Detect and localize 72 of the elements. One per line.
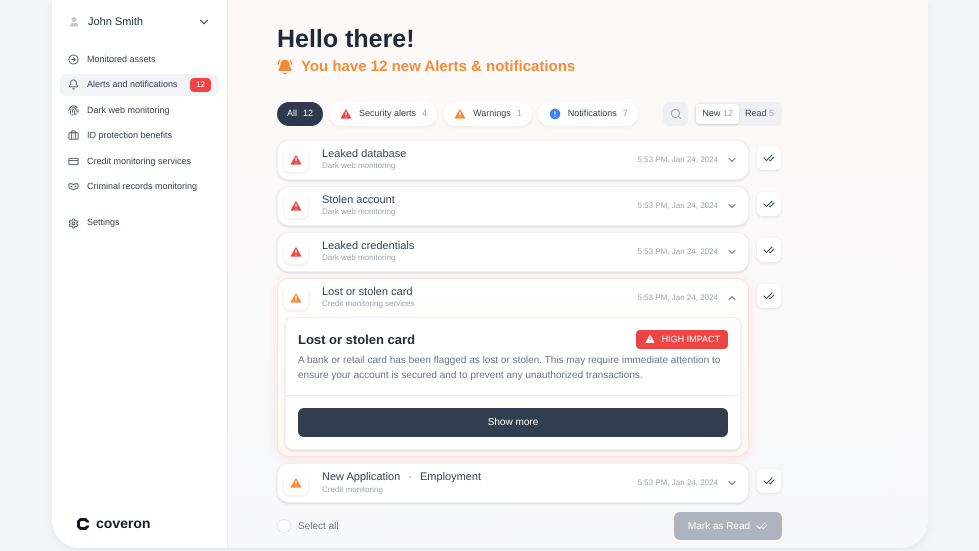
alert-source: Dark web monitoring xyxy=(322,161,396,172)
alert-time: 5:53 PM, Jan 24, 2024 xyxy=(638,477,718,489)
nav-icon xyxy=(68,79,79,90)
filter-chip[interactable]: Security alerts 4 xyxy=(329,102,438,126)
alert-time: 5:53 PM, Jan 24, 2024 xyxy=(638,200,718,212)
alert-title: New Application xyxy=(322,471,400,485)
double-check-icon xyxy=(763,475,775,487)
warning-icon xyxy=(644,333,656,346)
page-subtitle: You have 12 new Alerts & notifications xyxy=(301,57,576,77)
sidebar-item[interactable]: ID protection benefits xyxy=(60,124,219,147)
mark-read-button[interactable] xyxy=(757,469,781,493)
toggle-tab[interactable]: Read 5 xyxy=(738,104,780,124)
alert-time: 5:53 PM, Jan 24, 2024 xyxy=(638,154,718,166)
settings-icon xyxy=(68,218,79,228)
warning-icon xyxy=(339,106,354,120)
alert-source: Dark web monitoring xyxy=(322,253,396,264)
show-more-button[interactable]: Show more xyxy=(298,408,728,437)
alert-category: Employment xyxy=(420,471,482,485)
count-badge: 12 xyxy=(190,78,211,92)
double-check-icon xyxy=(756,520,768,532)
mark-read-button[interactable] xyxy=(757,238,781,262)
nav-icon xyxy=(68,54,79,65)
sidebar-item[interactable]: Dark web monitoring xyxy=(60,99,219,122)
filter-chip[interactable]: Notifications 7 xyxy=(538,102,638,126)
bell-icon xyxy=(277,59,293,76)
logo-text: coveron xyxy=(96,514,150,533)
filter-chip[interactable]: All 12 xyxy=(277,102,324,126)
sidebar-item[interactable]: Alerts and notifications 12 xyxy=(60,74,219,96)
alert-time: 5:53 PM, Jan 24, 2024 xyxy=(638,292,718,304)
mark-read-button[interactable] xyxy=(757,284,781,308)
alert-source: Credit monitoring services xyxy=(322,299,414,310)
double-check-icon xyxy=(763,198,775,210)
select-all-label[interactable]: Select all xyxy=(298,518,339,534)
alert-title: Leaked database xyxy=(322,148,406,162)
alert-card[interactable]: Leaked database Dark web monitoring 5:53 PM, Jan 24, 2024 xyxy=(277,140,749,180)
alert-time: 5:53 PM, Jan 24, 2024 xyxy=(638,246,718,258)
select-all-checkbox[interactable] xyxy=(277,519,291,533)
alert-card[interactable]: Stolen account Dark web monitoring 5:53 PM, Jan 24, 2024 xyxy=(277,186,749,226)
user-icon xyxy=(68,16,80,28)
impact-badge: HIGH IMPACT xyxy=(636,330,728,349)
nav-icon xyxy=(68,156,79,167)
alert-card[interactable]: Leaked credentials Dark web monitoring 5:53 PM, Jan 24, 2024 xyxy=(277,232,749,272)
alert-title: Leaked credentials xyxy=(322,240,414,254)
page-title: Hello there! xyxy=(277,24,416,54)
double-check-icon xyxy=(763,244,775,256)
alert-source: Credit monitoring xyxy=(322,484,384,495)
sidebar-item[interactable]: Criminal records monitoring xyxy=(60,176,219,198)
detail-title: Lost or stolen card xyxy=(298,330,416,348)
double-check-icon xyxy=(763,152,775,164)
sidebar-item[interactable]: Monitored assets xyxy=(60,48,219,70)
toggle-tab[interactable]: New 12 xyxy=(696,104,739,124)
warning-icon xyxy=(453,106,468,120)
nav-icon xyxy=(68,130,79,142)
double-check-icon xyxy=(763,290,775,302)
user-name[interactable]: John Smith xyxy=(88,14,144,30)
alert-title: Stolen account xyxy=(322,194,395,208)
sidebar-item[interactable]: Settings xyxy=(60,212,219,234)
mark-read-button[interactable] xyxy=(757,146,781,170)
sidebar-item[interactable]: Credit monitoring services xyxy=(60,150,219,172)
alert-card[interactable] xyxy=(277,278,749,457)
logo-icon xyxy=(76,516,90,530)
mark-read-button[interactable] xyxy=(757,192,781,216)
alert-card[interactable]: New Application - Employment Credit monitoring 5:53 PM, Jan 24, 2024 xyxy=(277,463,749,503)
nav-icon xyxy=(68,104,79,116)
filter-chip[interactable]: Warnings 1 xyxy=(443,102,532,126)
nav-icon xyxy=(68,181,79,192)
detail-description: A bank or retail card has been flagged as lost or stolen. This may require immediate attention to ensure your account is secured and to prevent any unauthorized transactions. xyxy=(298,354,722,383)
info-icon xyxy=(548,106,562,120)
search-icon xyxy=(670,108,682,120)
title-separator: - xyxy=(408,471,412,485)
alert-title: Lost or stolen card xyxy=(322,286,412,300)
alert-source: Dark web monitoring xyxy=(322,207,396,218)
